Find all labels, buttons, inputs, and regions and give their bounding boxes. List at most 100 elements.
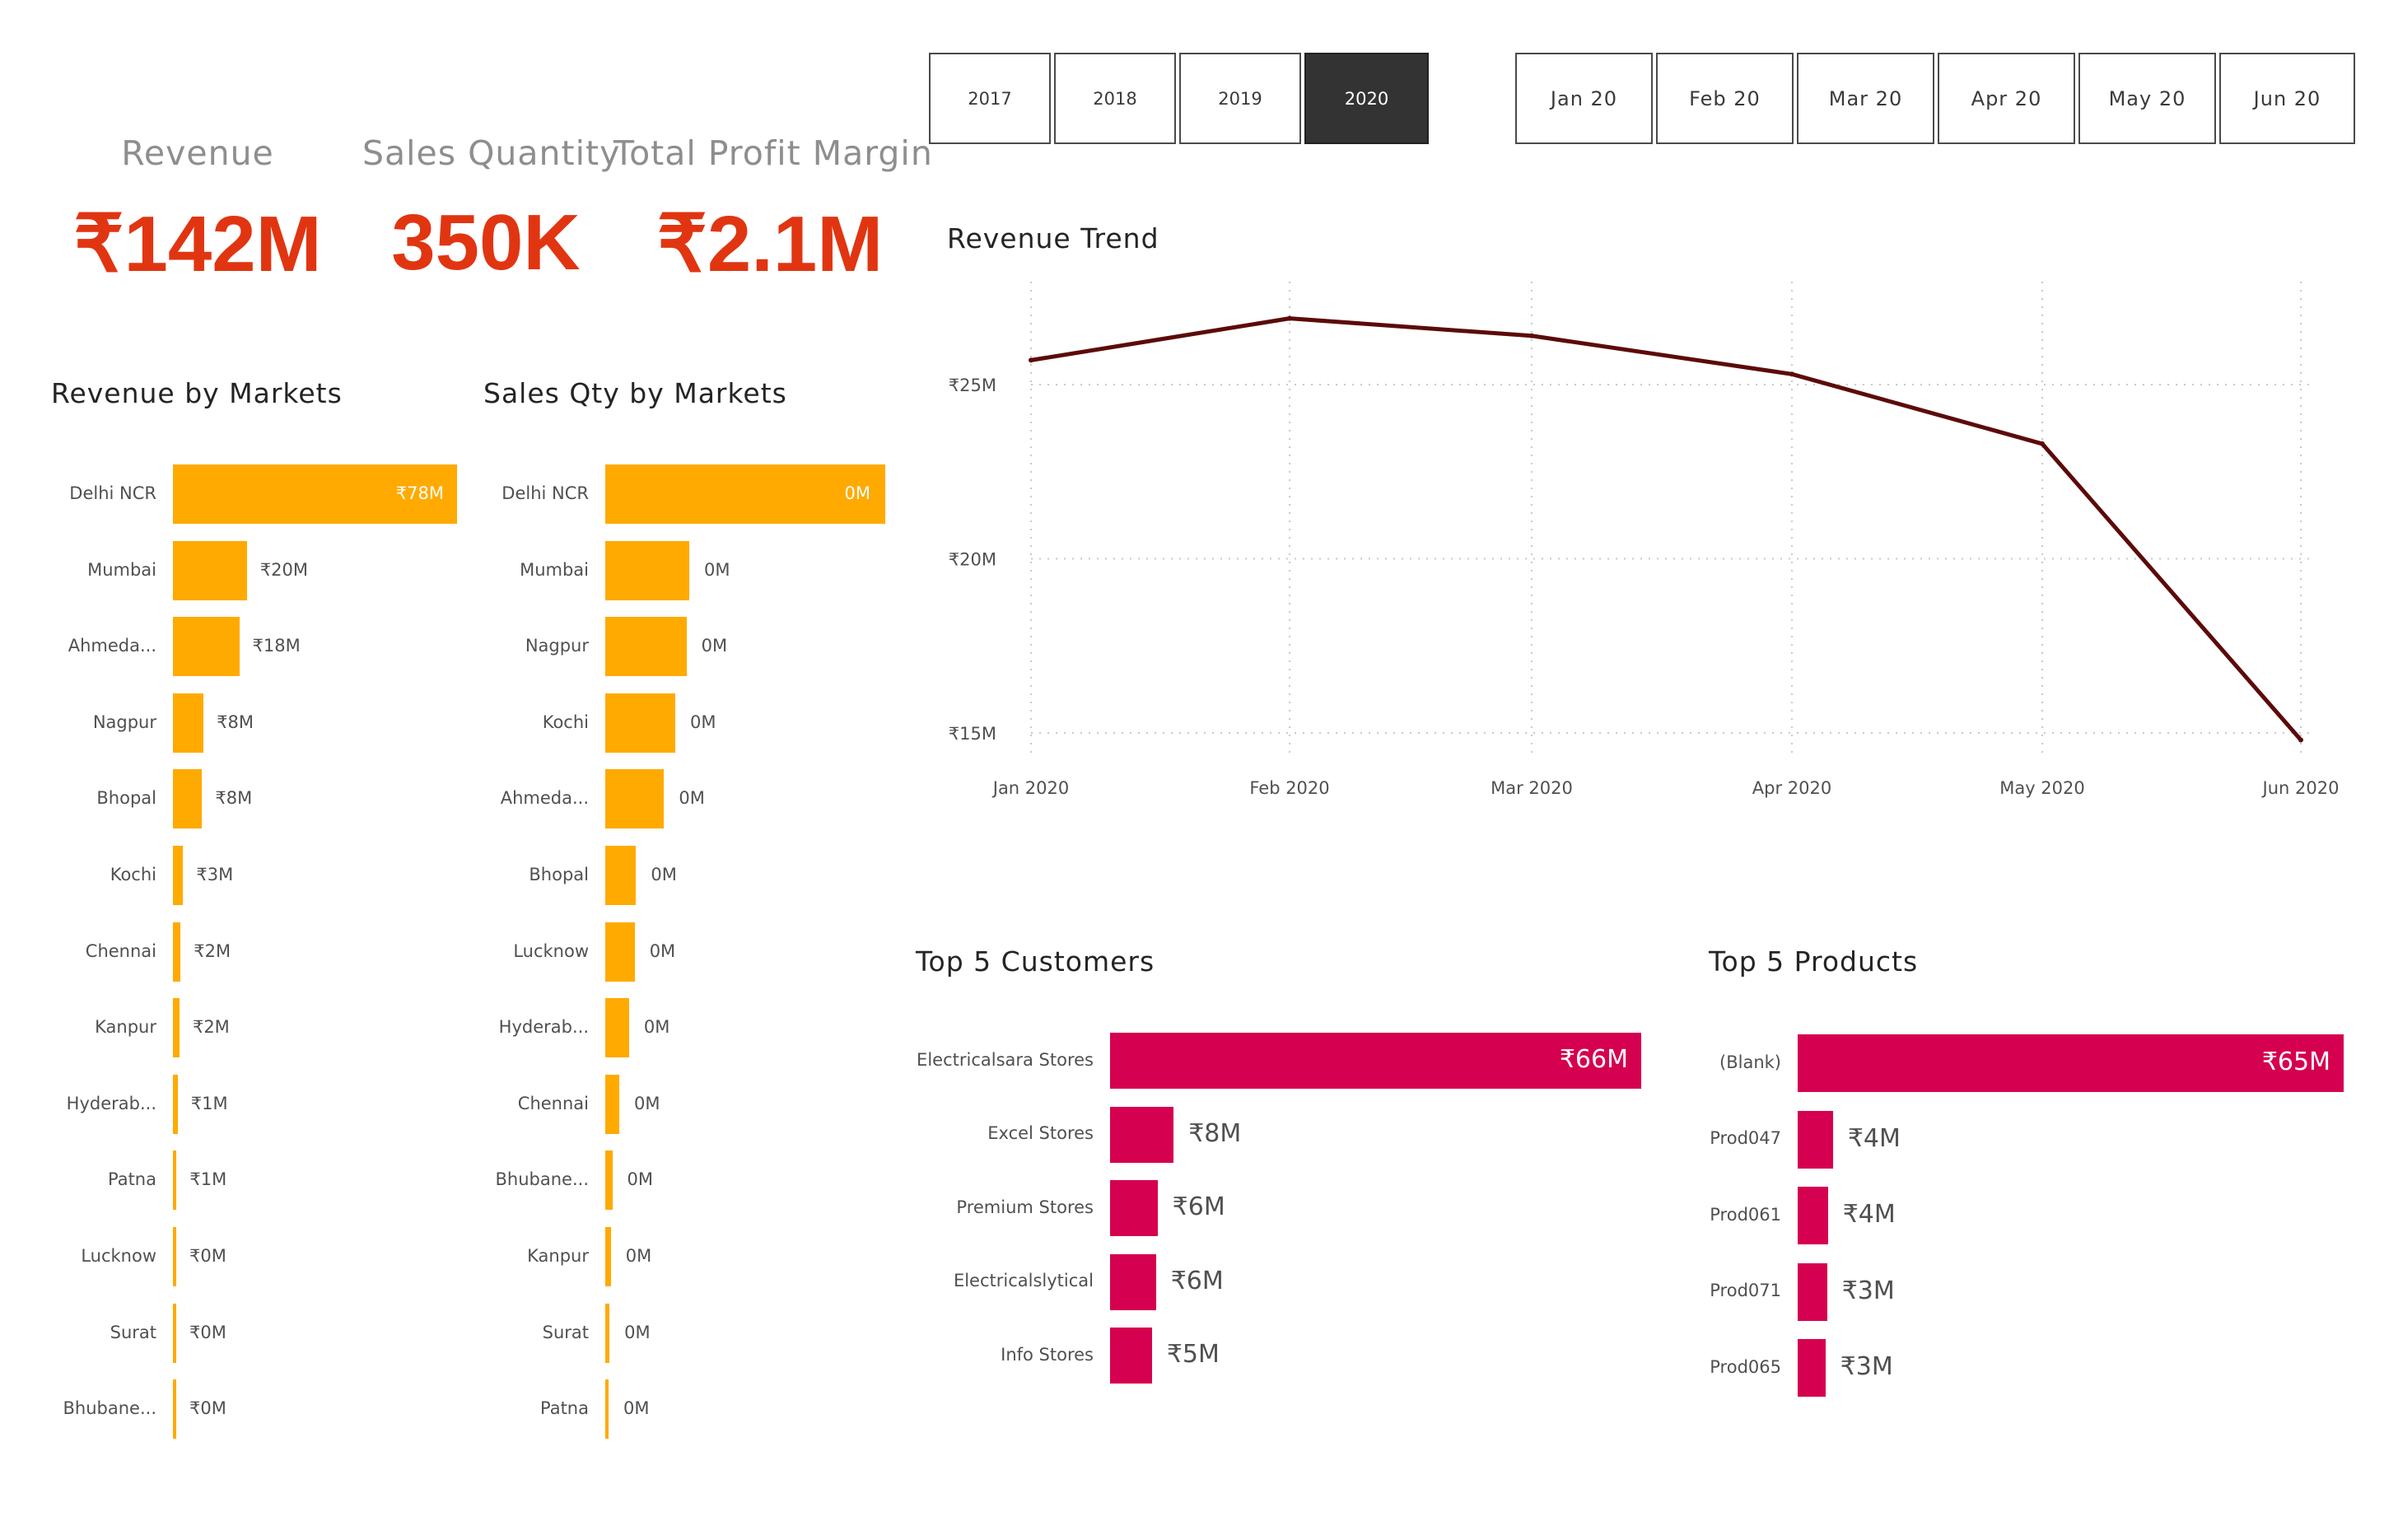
trend-y-tick-label: ₹20M bbox=[949, 550, 996, 570]
month-button-may[interactable]: May 20 bbox=[2078, 53, 2216, 144]
sales-qty-market-value-label: 0M bbox=[704, 559, 730, 580]
sales-qty-market-bar[interactable] bbox=[605, 922, 635, 982]
top-product-category-label: Prod047 bbox=[1710, 1128, 1781, 1149]
sales-qty-market-category-label: Chennai bbox=[517, 1093, 589, 1113]
top-customer-bar[interactable] bbox=[1110, 1328, 1152, 1384]
revenue-trend-point[interactable] bbox=[1789, 371, 1794, 377]
revenue-market-bar[interactable] bbox=[173, 998, 180, 1058]
sales-qty-market-bar[interactable] bbox=[605, 1303, 610, 1363]
sales-qty-market-value-label: 0M bbox=[643, 1017, 670, 1038]
year-button-2019[interactable]: 2019 bbox=[1179, 53, 1301, 144]
revenue-market-bar[interactable] bbox=[173, 769, 203, 829]
revenue-trend-point[interactable] bbox=[1529, 333, 1534, 338]
sales-qty-market-value-label: 0M bbox=[634, 1093, 660, 1113]
sales-qty-market-category-label: Kanpur bbox=[527, 1245, 589, 1266]
sales-qty-market-value-label: 0M bbox=[651, 864, 677, 884]
revenue-market-axis bbox=[170, 464, 172, 1439]
sales-qty-market-bar[interactable] bbox=[605, 1379, 609, 1440]
revenue-market-category-label: Bhubane... bbox=[63, 1398, 156, 1419]
top-product-bar[interactable] bbox=[1798, 1187, 1828, 1244]
top-customer-bar[interactable] bbox=[1110, 1106, 1174, 1163]
sales-qty-market-bar[interactable] bbox=[605, 617, 687, 677]
revenue-trend-point[interactable] bbox=[2040, 441, 2045, 446]
sales-qty-market-bar[interactable] bbox=[605, 464, 885, 524]
revenue-market-bar[interactable] bbox=[173, 617, 240, 677]
revenue-trend-point[interactable] bbox=[2298, 737, 2303, 743]
sales-qty-market-bar[interactable] bbox=[605, 998, 629, 1058]
revenue-trend-line[interactable] bbox=[1030, 316, 2302, 742]
sales-qty-market-bar[interactable] bbox=[605, 846, 637, 905]
sales-qty-market-axis bbox=[603, 464, 604, 1439]
revenue-market-bar[interactable] bbox=[173, 922, 181, 982]
top-customer-bar[interactable] bbox=[1110, 1253, 1156, 1310]
revenue-market-bar[interactable] bbox=[173, 693, 204, 753]
revenue-market-category-label: Lucknow bbox=[81, 1245, 156, 1266]
sales-qty-market-category-label: Lucknow bbox=[513, 940, 589, 961]
trend-x-tick-label: Jun 2020 bbox=[2261, 778, 2340, 798]
revenue-market-value-label: ₹0M bbox=[189, 1398, 226, 1419]
revenue-market-value-label: ₹1M bbox=[190, 1093, 228, 1113]
month-button-mar[interactable]: Mar 20 bbox=[1797, 53, 1934, 144]
top-product-value-label: ₹4M bbox=[1847, 1123, 1901, 1153]
top-customers-title: Top 5 Customers bbox=[916, 945, 1155, 978]
sales-qty-market-bar[interactable] bbox=[605, 540, 689, 600]
trend-x-tick-label: Mar 2020 bbox=[1491, 778, 1573, 798]
revenue-market-bar[interactable] bbox=[173, 1150, 177, 1211]
top-product-value-label: ₹3M bbox=[1840, 1352, 1893, 1382]
sales-qty-market-value-label: 0M bbox=[701, 636, 728, 656]
sales-qty-market-value-label: 0M bbox=[624, 1322, 651, 1342]
revenue-market-category-label: Mumbai bbox=[87, 559, 156, 580]
revenue-market-category-label: Chennai bbox=[85, 940, 156, 961]
trend-x-tick-label: May 2020 bbox=[1999, 778, 2085, 798]
top-customer-category-label: Electricalsara Stores bbox=[917, 1049, 1094, 1070]
revenue-market-bar[interactable] bbox=[173, 1303, 176, 1363]
revenue-trend-title: Revenue Trend bbox=[947, 222, 1159, 254]
year-button-2020[interactable]: 2020 bbox=[1304, 53, 1429, 144]
month-button-feb[interactable]: Feb 20 bbox=[1656, 53, 1794, 144]
year-button-2018[interactable]: 2018 bbox=[1054, 53, 1176, 144]
sales-qty-market-value-label: 0M bbox=[623, 1398, 650, 1419]
kpi-profit-margin-label: Total Profit Margin bbox=[613, 133, 933, 173]
revenue-trend-point[interactable] bbox=[1287, 315, 1292, 321]
revenue-market-category-label: Surat bbox=[110, 1322, 156, 1342]
top-customer-value-label: ₹66M bbox=[1559, 1045, 1628, 1075]
revenue-market-bar[interactable] bbox=[173, 846, 184, 905]
revenue-market-bar[interactable] bbox=[173, 540, 247, 600]
sales-qty-market-category-label: Mumbai bbox=[520, 559, 589, 580]
month-button-jan[interactable]: Jan 20 bbox=[1515, 53, 1653, 144]
sales-qty-by-markets-title: Sales Qty by Markets bbox=[483, 377, 787, 409]
kpi-revenue-label: Revenue bbox=[121, 133, 274, 173]
top-product-value-label: ₹4M bbox=[1842, 1200, 1896, 1230]
revenue-trend-point[interactable] bbox=[1029, 357, 1033, 363]
top-product-bar[interactable] bbox=[1798, 1262, 1827, 1321]
sales-qty-market-category-label: Bhopal bbox=[529, 864, 589, 884]
top-customer-value-label: ₹5M bbox=[1166, 1340, 1220, 1370]
sales-qty-market-bar[interactable] bbox=[605, 1150, 613, 1211]
top-product-axis bbox=[1795, 1034, 1797, 1397]
revenue-market-value-label: ₹2M bbox=[192, 1017, 230, 1038]
top-product-bar[interactable] bbox=[1798, 1339, 1826, 1397]
sales-qty-market-category-label: Surat bbox=[542, 1322, 589, 1342]
top-product-category-label: Prod061 bbox=[1710, 1204, 1781, 1225]
sales-qty-market-bar[interactable] bbox=[605, 1074, 619, 1134]
top-customer-bar[interactable] bbox=[1110, 1180, 1158, 1236]
year-button-2017[interactable]: 2017 bbox=[929, 53, 1051, 144]
revenue-market-value-label: ₹20M bbox=[259, 559, 308, 580]
top-customer-value-label: ₹6M bbox=[1170, 1266, 1224, 1295]
sales-qty-market-bar[interactable] bbox=[605, 1227, 611, 1286]
sales-qty-market-bar[interactable] bbox=[605, 693, 675, 753]
month-button-apr[interactable]: Apr 20 bbox=[1938, 53, 2075, 144]
sales-qty-market-bar[interactable] bbox=[605, 769, 665, 829]
revenue-market-value-label: ₹18M bbox=[252, 636, 301, 656]
kpi-profit-margin-value: ₹2.1M bbox=[656, 200, 884, 288]
top-product-value-label: ₹3M bbox=[1841, 1276, 1895, 1305]
month-button-jun[interactable]: Jun 20 bbox=[2219, 53, 2355, 144]
revenue-market-bar[interactable] bbox=[173, 1074, 178, 1134]
top-product-category-label: (Blank) bbox=[1719, 1052, 1781, 1072]
revenue-market-bar[interactable] bbox=[173, 1227, 176, 1286]
sales-qty-market-category-label: Ahmeda... bbox=[500, 788, 589, 809]
sales-qty-market-category-label: Nagpur bbox=[525, 636, 589, 656]
revenue-market-bar[interactable] bbox=[173, 1379, 176, 1440]
top-product-bar[interactable] bbox=[1798, 1110, 1833, 1169]
revenue-by-markets-title: Revenue by Markets bbox=[51, 377, 343, 409]
